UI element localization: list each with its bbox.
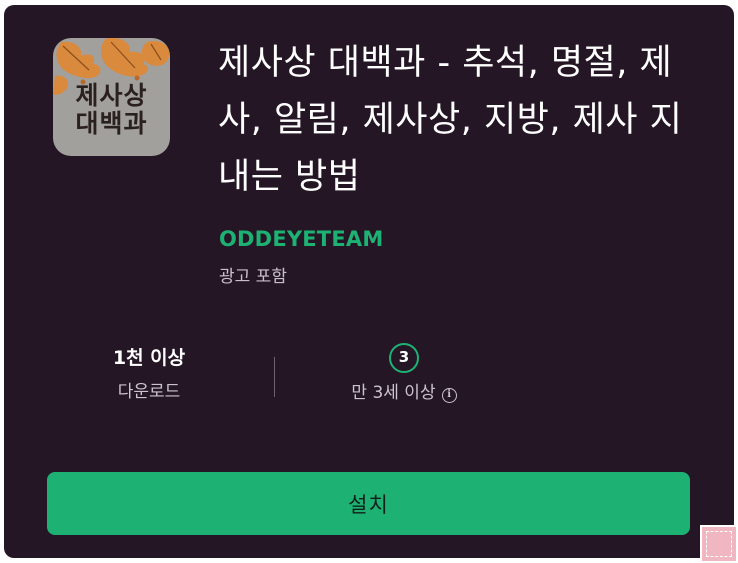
downloads-stat: 1천 이상 다운로드 [84,345,214,403]
watermark-border [706,531,732,557]
content-rating-label: 만 3세 이상 [351,383,436,403]
app-title: 제사상 대백과 - 추석, 명절, 제사, 알림, 제사상, 지방, 제사 지내… [218,43,683,197]
info-icon[interactable]: i [441,388,457,403]
age-rating-badge: 3 [389,343,419,373]
contains-ads-note: 광고 포함 [219,267,287,287]
downloads-label: 다운로드 [117,382,181,402]
app-icon-text-line1: 제사상 [75,81,148,110]
stat-divider [274,357,275,397]
app-listing-card: 제사상 대백과 제사상 대백과 - 추석, 명절, 제사, 알림, 제사상, 지… [4,5,734,558]
install-button[interactable]: 설치 [47,472,690,535]
developer-link[interactable]: ODDEYETEAM [219,227,383,251]
content-rating-stat[interactable]: 3 만 3세 이상 i [324,343,484,404]
downloads-value: 1천 이상 [112,347,186,369]
content-rating-label-row: 만 3세 이상 i [324,382,484,404]
watermark-stamp [700,525,738,563]
app-icon[interactable]: 제사상 대백과 [53,38,170,156]
app-icon-text-line2: 대백과 [75,109,148,138]
